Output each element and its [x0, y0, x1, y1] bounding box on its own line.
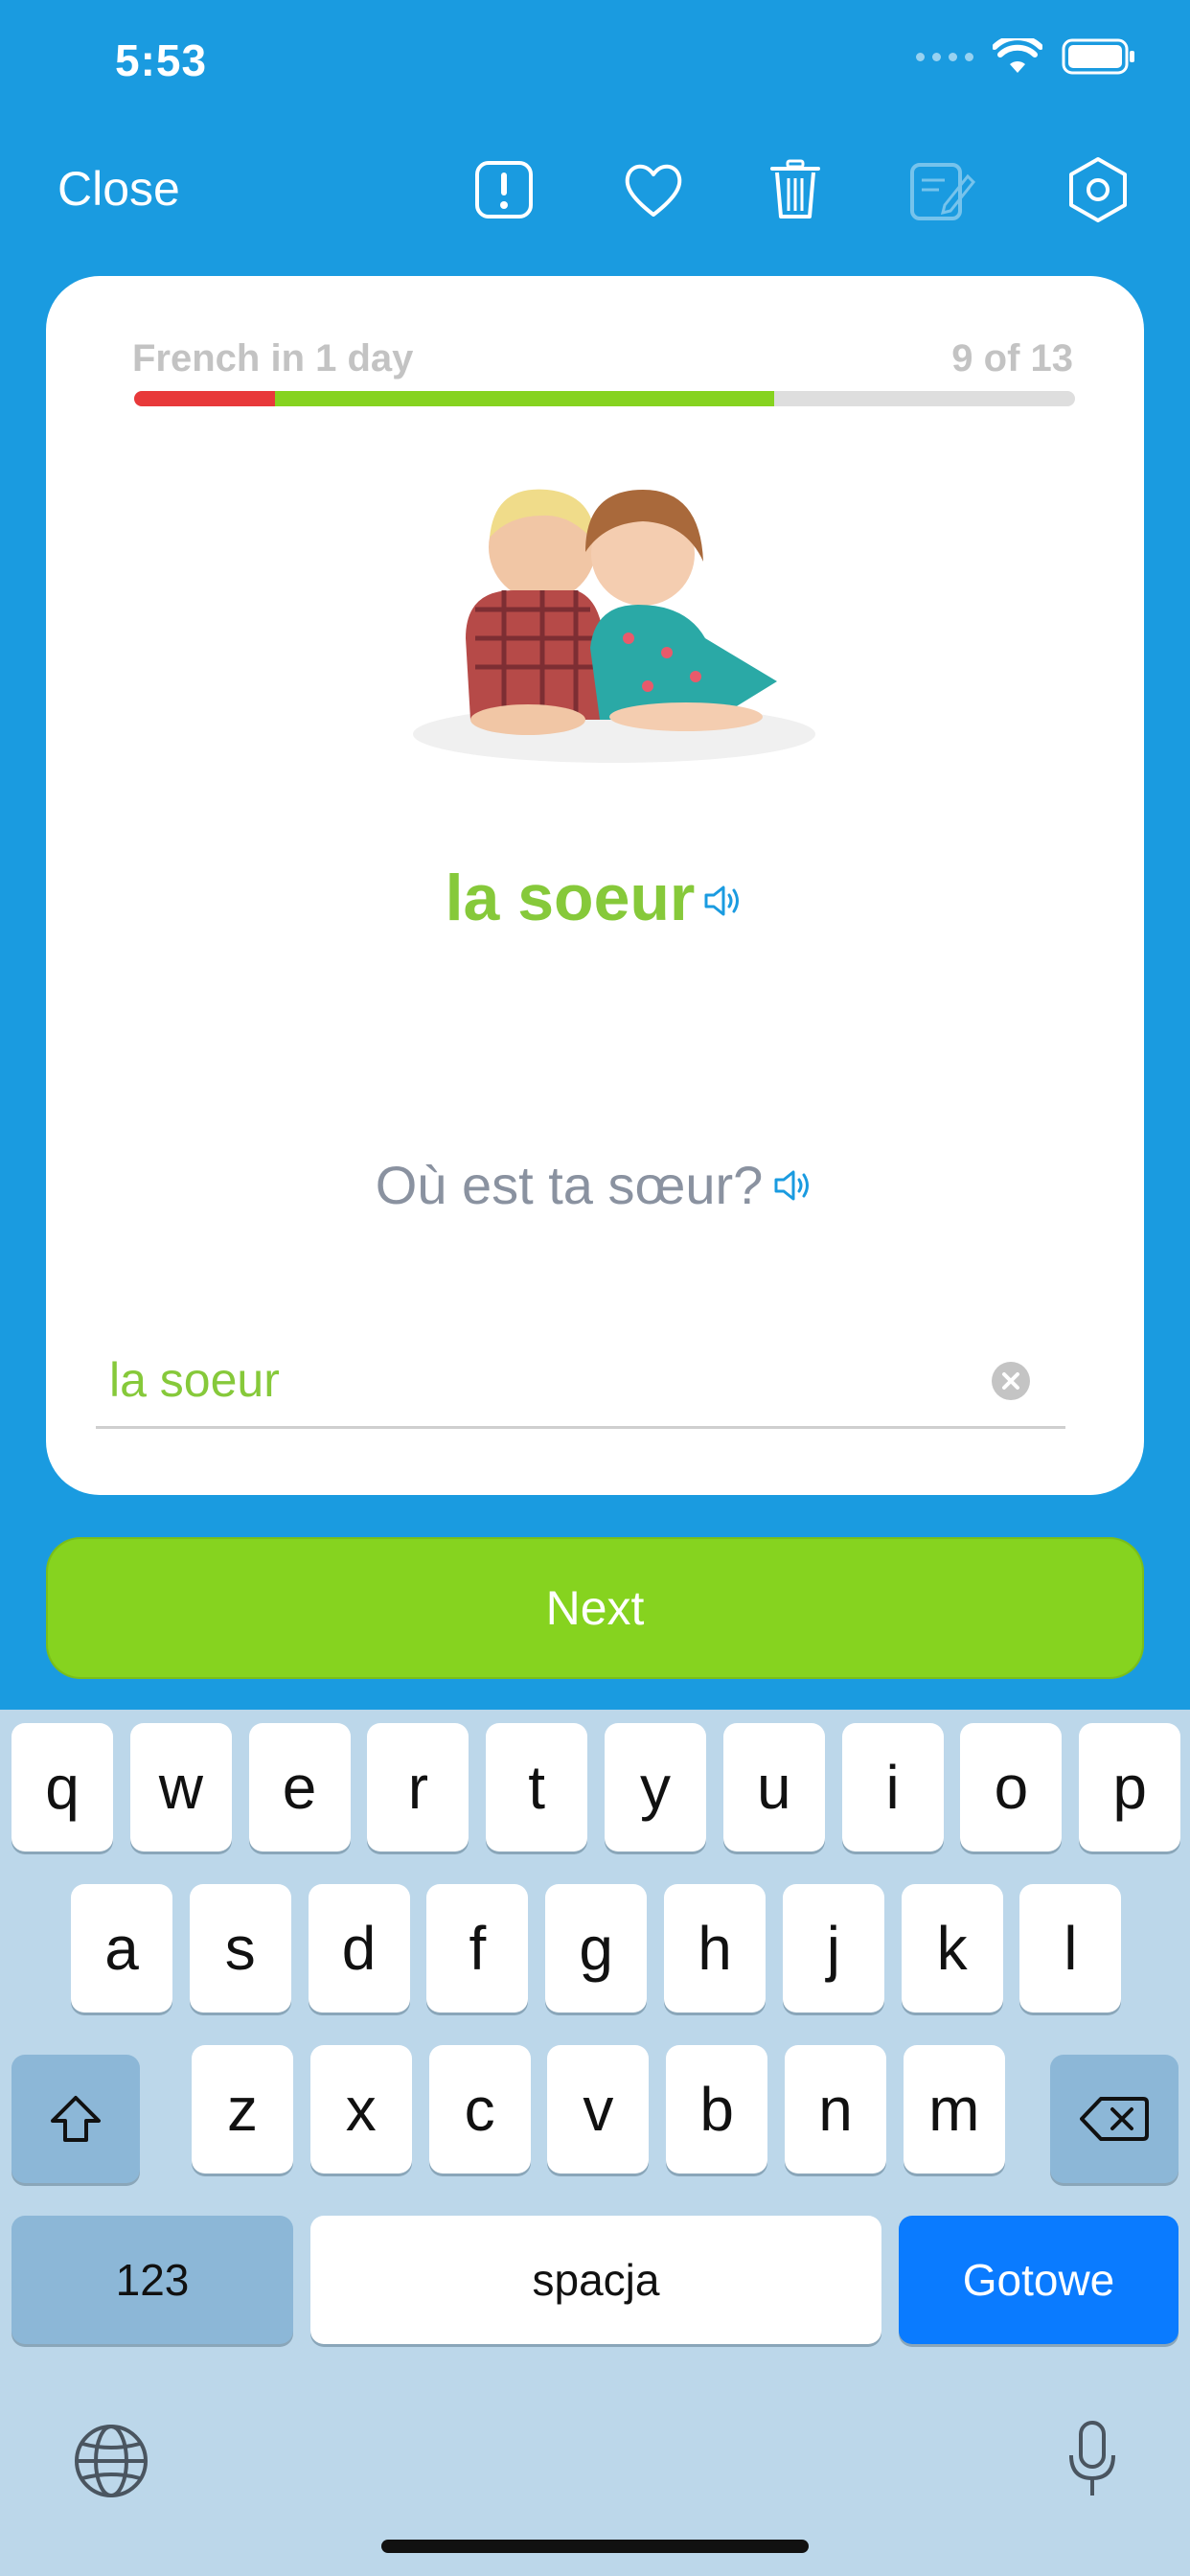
key-k[interactable]: k [901, 1884, 1003, 2012]
heart-icon[interactable] [619, 155, 688, 224]
word-speaker-icon[interactable] [702, 882, 744, 920]
sentence-speaker-icon[interactable] [772, 1166, 814, 1205]
key-r[interactable]: r [367, 1723, 469, 1852]
flashcard: French in 1 day 9 of 13 la soeur Où est … [46, 276, 1144, 1495]
key-d[interactable]: d [308, 1884, 410, 2012]
key-f[interactable]: f [426, 1884, 529, 2012]
key-w[interactable]: w [129, 1723, 232, 1852]
status-time: 5:53 [115, 35, 208, 85]
key-e[interactable]: e [248, 1723, 351, 1852]
progress-bar [134, 391, 1075, 406]
key-g[interactable]: g [545, 1884, 648, 2012]
space-key[interactable]: spacja [310, 2216, 881, 2344]
key-p[interactable]: p [1079, 1723, 1181, 1852]
progress-wrong-segment [134, 391, 276, 406]
done-key[interactable]: Gotowe [899, 2216, 1179, 2344]
progress-correct-segment [275, 391, 774, 406]
answer-field-wrapper [96, 1342, 1065, 1429]
key-v[interactable]: v [547, 2045, 650, 2174]
settings-icon[interactable] [1064, 155, 1133, 224]
deck-progress-count: 9 of 13 [951, 337, 1073, 380]
key-t[interactable]: t [486, 1723, 588, 1852]
key-l[interactable]: l [1019, 1884, 1122, 2012]
report-icon[interactable] [469, 155, 538, 224]
key-a[interactable]: a [71, 1884, 172, 2012]
home-indicator[interactable] [381, 2540, 809, 2553]
backspace-icon [1080, 2097, 1149, 2141]
word-row: la soeur [46, 861, 1144, 935]
key-z[interactable]: z [192, 2045, 293, 2174]
key-x[interactable]: x [309, 2045, 412, 2174]
status-indicators [916, 38, 1136, 75]
status-bar: 5:53 [0, 0, 1190, 134]
signal-icon [916, 52, 973, 61]
key-m[interactable]: m [903, 2045, 1005, 2174]
deck-title: French in 1 day [132, 337, 414, 380]
key-s[interactable]: s [189, 1884, 291, 2012]
key-c[interactable]: c [428, 2045, 531, 2174]
key-y[interactable]: y [605, 1723, 706, 1852]
backspace-key[interactable] [1050, 2055, 1179, 2183]
top-toolbar: Close [0, 144, 1190, 240]
trash-icon[interactable] [761, 155, 830, 224]
key-h[interactable]: h [664, 1884, 766, 2012]
key-u[interactable]: u [722, 1723, 825, 1852]
numbers-key[interactable]: 123 [11, 2216, 293, 2344]
answer-input[interactable] [109, 1349, 972, 1411]
wifi-icon [993, 38, 1042, 73]
next-button[interactable]: Next [46, 1537, 1144, 1679]
keyboard: qwertyuiop asdfghjkl zxcvbnm 123 spacja … [0, 1710, 1190, 2576]
shift-icon [51, 2096, 101, 2142]
battery-icon [1062, 38, 1134, 75]
card-word: la soeur [445, 862, 696, 934]
edit-icon[interactable] [906, 155, 975, 224]
globe-icon[interactable] [73, 2423, 149, 2499]
key-b[interactable]: b [666, 2045, 768, 2174]
example-sentence: Où est ta sœur? [375, 1155, 764, 1215]
sentence-row: Où est ta sœur? [46, 1154, 1144, 1216]
microphone-icon[interactable] [1065, 2419, 1119, 2499]
key-n[interactable]: n [785, 2045, 886, 2174]
key-i[interactable]: i [841, 1723, 944, 1852]
clear-icon[interactable] [991, 1361, 1031, 1401]
close-button[interactable]: Close [57, 161, 180, 217]
key-q[interactable]: q [11, 1723, 113, 1852]
key-o[interactable]: o [960, 1723, 1063, 1852]
card-photo [413, 489, 815, 763]
shift-key[interactable] [11, 2055, 140, 2183]
key-j[interactable]: j [782, 1884, 884, 2012]
